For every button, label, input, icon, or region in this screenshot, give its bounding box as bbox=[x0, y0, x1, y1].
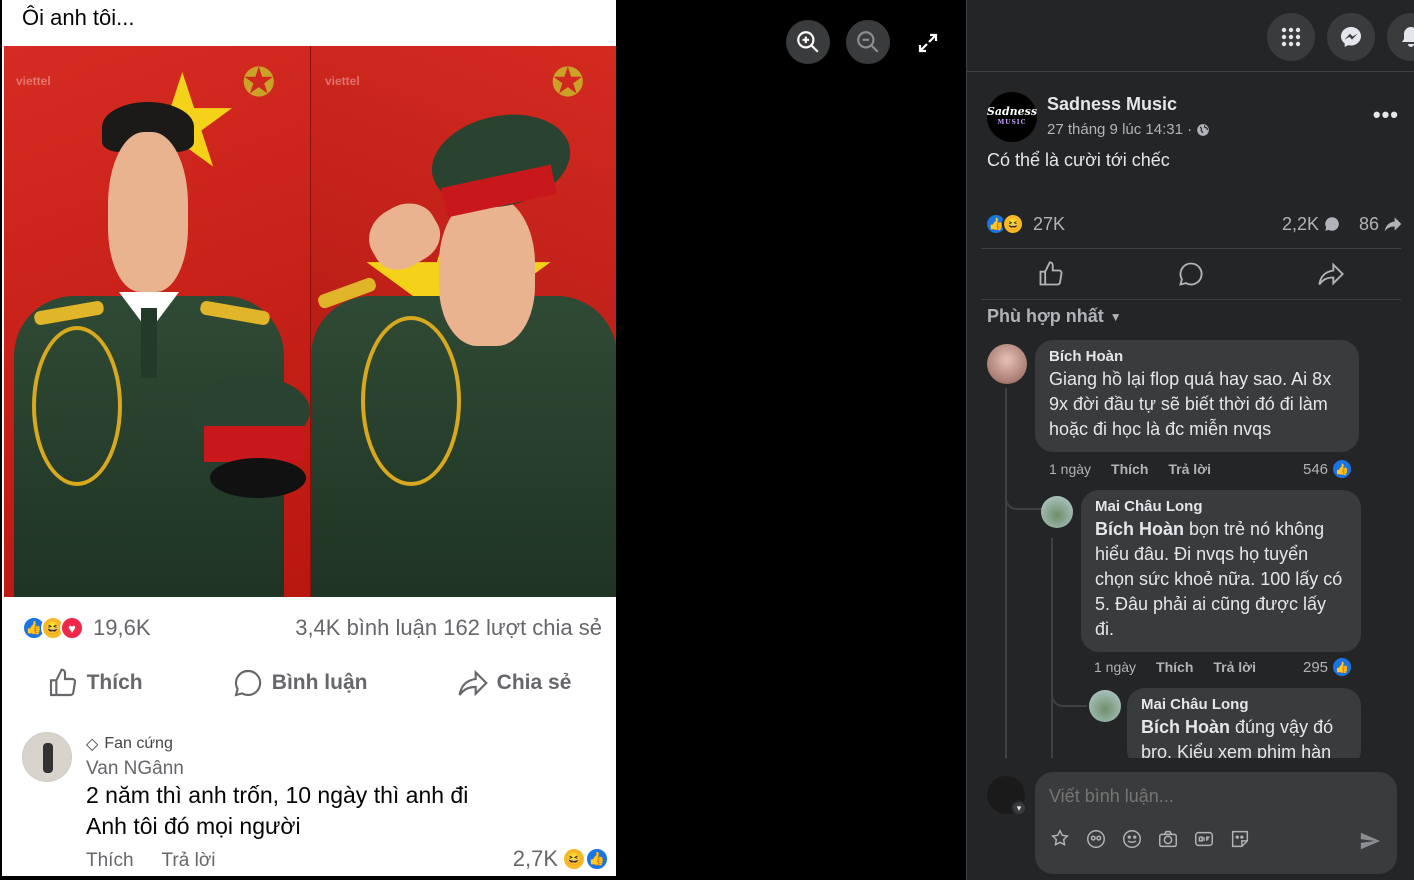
like-reaction-icon: 👍 bbox=[585, 847, 609, 871]
haha-reaction-icon: 😆 bbox=[562, 847, 586, 871]
top-bar bbox=[967, 0, 1414, 72]
camera-icon[interactable] bbox=[1157, 828, 1179, 850]
comment-box bbox=[1035, 772, 1397, 874]
soldier-photo: ★ viettel ✪ ★ viettel ✪ bbox=[4, 46, 616, 597]
expand-icon[interactable] bbox=[916, 31, 940, 55]
love-reaction-icon: ♥ bbox=[60, 616, 84, 640]
comment-reaction-count[interactable]: 295 👍 bbox=[1303, 656, 1354, 678]
emblem-icon: ✪ bbox=[242, 61, 276, 105]
fan-badge: ◇ Fan cứng bbox=[86, 735, 173, 753]
avatar bbox=[22, 732, 72, 782]
share-arrow-icon bbox=[1384, 217, 1402, 232]
post-timestamp[interactable]: 27 tháng 9 lúc 14:31 · bbox=[1047, 121, 1210, 138]
comments-list: Bích Hoàn Giang hồ lại flop quá hay sao.… bbox=[981, 338, 1411, 758]
image-share-action: Chia sẻ bbox=[457, 667, 571, 699]
avatar-sticker-icon[interactable] bbox=[1049, 828, 1071, 850]
like-reaction-icon: 👍 bbox=[1331, 656, 1354, 678]
post-reactions-row: 👍 😆 27K 2,2K 86 bbox=[985, 210, 1403, 238]
image-stats: 3,4K bình luận 162 lượt chia sẻ bbox=[295, 615, 602, 640]
image-comment-text: 2 năm thì anh trốn, 10 ngày thì anh đi A… bbox=[86, 782, 469, 839]
comment-text: Bích Hoàn đúng vậy đó bro. Kiểu xem phim… bbox=[1141, 717, 1334, 758]
photo-left-half: ★ viettel ✪ bbox=[4, 46, 310, 597]
notifications-button[interactable] bbox=[1387, 13, 1414, 61]
comment-sort-dropdown[interactable]: Phù hợp nhất ▼ bbox=[987, 306, 1122, 327]
image-comment-author: Van NGânn bbox=[86, 758, 184, 779]
page-name[interactable]: Sadness Music bbox=[1047, 94, 1177, 115]
menu-button[interactable] bbox=[1267, 13, 1315, 61]
chevron-down-icon: ▾ bbox=[1011, 800, 1027, 816]
comment-bubble: Mai Châu Long Bích Hoàn bọn trẻ nó không… bbox=[1081, 490, 1361, 652]
my-avatar[interactable]: ▾ bbox=[987, 776, 1027, 816]
caret-down-icon: ▼ bbox=[1109, 309, 1122, 324]
comment-bubble: Bích Hoàn Giang hồ lại flop quá hay sao.… bbox=[1035, 340, 1359, 452]
thumbs-up-icon bbox=[49, 668, 76, 697]
image-comment-action: Bình luận bbox=[232, 667, 367, 699]
comment-reaction-count[interactable]: 546 👍 bbox=[1303, 458, 1354, 480]
watermark-logo: viettel bbox=[16, 74, 51, 88]
comment-text: Giang hồ lại flop quá hay sao. Ai 8x 9x … bbox=[1049, 369, 1332, 439]
screenshot-caption: Ôi anh tôi... bbox=[22, 5, 135, 30]
haha-reaction-icon[interactable]: 😆 bbox=[1002, 213, 1024, 235]
zoom-out-button[interactable] bbox=[846, 20, 890, 64]
avatar[interactable] bbox=[987, 344, 1027, 384]
watermark-logo: viettel bbox=[325, 74, 360, 88]
zoom-in-button[interactable] bbox=[786, 20, 830, 64]
emblem-icon: ✪ bbox=[551, 61, 585, 105]
zoom-in-icon bbox=[797, 31, 819, 53]
mask-icon[interactable] bbox=[1085, 828, 1107, 850]
comment-author[interactable]: Mai Châu Long bbox=[1095, 498, 1347, 515]
image-like-action: Thích bbox=[47, 667, 143, 699]
post-reaction-count[interactable]: 27K bbox=[1033, 214, 1065, 235]
post-panel: Sadness MUSIC Sadness Music 27 tháng 9 l… bbox=[966, 0, 1414, 880]
messenger-button[interactable] bbox=[1327, 13, 1375, 61]
post-text: Có thể là cười tới chếc bbox=[987, 150, 1170, 170]
comment-author[interactable]: Mai Châu Long bbox=[1141, 696, 1347, 713]
image-comment-meta: Thích Trả lời bbox=[86, 850, 216, 871]
grid-menu-icon bbox=[1281, 27, 1301, 47]
comment-bubble-icon bbox=[1325, 217, 1339, 231]
more-options-button[interactable]: ••• bbox=[1373, 102, 1399, 128]
mention-link[interactable]: Bích Hoàn bbox=[1141, 717, 1230, 737]
image-reactions-row: 👍 😆 ♥ 19,6K 3,4K bình luận 162 lượt chia… bbox=[22, 612, 602, 644]
avatar[interactable] bbox=[1089, 690, 1121, 722]
image-reaction-count: 19,6K bbox=[93, 615, 151, 640]
like-reaction-icon: 👍 bbox=[1331, 458, 1354, 480]
comment-bubble: Mai Châu Long Bích Hoàn đúng vậy đó bro.… bbox=[1127, 688, 1361, 758]
emoji-icon[interactable] bbox=[1121, 828, 1143, 850]
photo-viewer: Ôi anh tôi... ★ viettel ✪ ★ bbox=[0, 0, 966, 880]
comment-bubble-icon bbox=[234, 669, 261, 697]
comment-text: Bích Hoàn bọn trẻ nó không hiểu đâu. Đi … bbox=[1095, 519, 1343, 639]
comment-composer: ▾ bbox=[967, 766, 1414, 880]
shared-screenshot: Ôi anh tôi... ★ viettel ✪ ★ bbox=[2, 0, 616, 876]
photo-right-half: ★ viettel ✪ bbox=[310, 46, 616, 597]
globe-icon bbox=[1197, 123, 1209, 136]
post-share-count[interactable]: 86 bbox=[1359, 214, 1403, 235]
page-avatar[interactable]: Sadness MUSIC bbox=[987, 92, 1037, 142]
comment-input[interactable] bbox=[1049, 786, 1369, 807]
messenger-icon bbox=[1341, 27, 1361, 47]
post-comment-count[interactable]: 2,2K bbox=[1282, 214, 1341, 235]
comment-meta: 1 ngày Thích Trả lời bbox=[1049, 461, 1212, 477]
like-button[interactable] bbox=[1037, 260, 1065, 288]
image-action-row: Thích Bình luận Chia sẻ bbox=[2, 660, 616, 706]
gif-icon[interactable] bbox=[1193, 828, 1215, 850]
post-action-bar bbox=[981, 248, 1401, 300]
comment-author[interactable]: Bích Hoàn bbox=[1049, 348, 1345, 365]
sticker-icon[interactable] bbox=[1229, 828, 1251, 850]
share-button[interactable] bbox=[1317, 260, 1345, 288]
send-icon[interactable] bbox=[1359, 830, 1381, 852]
mention-link[interactable]: Bích Hoàn bbox=[1095, 519, 1184, 539]
avatar[interactable] bbox=[1041, 496, 1073, 528]
bell-icon bbox=[1402, 27, 1414, 47]
comment-meta: 1 ngày Thích Trả lời bbox=[1094, 659, 1257, 675]
comment-button[interactable] bbox=[1177, 260, 1205, 288]
face bbox=[439, 196, 535, 346]
post-header: Sadness MUSIC Sadness Music 27 tháng 9 l… bbox=[987, 92, 1407, 142]
share-arrow-icon bbox=[458, 669, 488, 697]
image-comment-reactions: 2,7K 😆 👍 bbox=[513, 846, 609, 872]
zoom-out-icon bbox=[857, 31, 879, 53]
composer-tools bbox=[1049, 828, 1251, 850]
diamond-icon: ◇ bbox=[86, 736, 99, 753]
face bbox=[108, 132, 188, 292]
